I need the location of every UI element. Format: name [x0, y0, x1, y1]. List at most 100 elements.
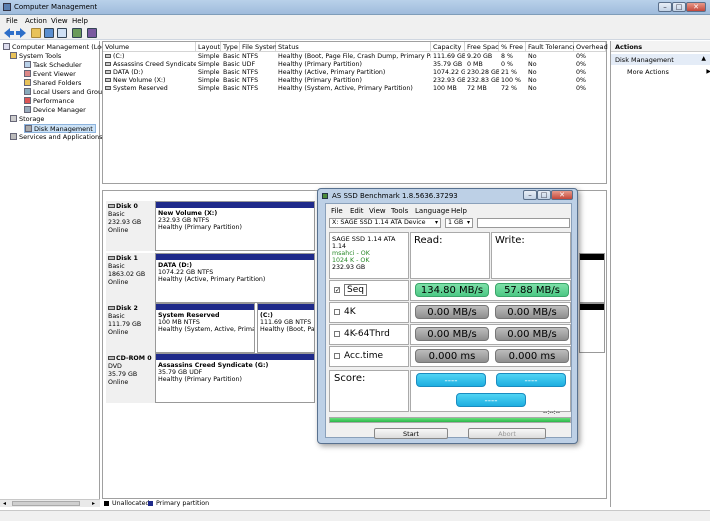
column-header-5[interactable]: Capacity	[431, 42, 465, 52]
maximize-button[interactable]: □	[672, 2, 686, 12]
table-cell-wrap: No	[526, 61, 574, 69]
tree-item-shared-folders[interactable]: Shared Folders	[24, 79, 81, 88]
partition-size: 232.93 GB NTFS	[158, 217, 210, 224]
table-cell: NTFS	[242, 53, 259, 60]
size-select[interactable]: 1 GB ▾	[445, 218, 473, 228]
table-row[interactable]: New Volume (X:) Simple Basic NTFS Healthy (P…	[103, 77, 606, 85]
device-info-field	[477, 218, 570, 228]
performance-icon	[24, 97, 31, 104]
result-write: 0.00 MB/s	[495, 327, 569, 341]
partition-name: DATA (D:)	[158, 262, 192, 269]
tree-item-local-users[interactable]: Local Users and Groups	[24, 88, 110, 97]
partition-block[interactable]	[579, 303, 605, 353]
table-cell: Healthy (Primary Partition)	[278, 77, 362, 84]
menu-action[interactable]: Action	[25, 17, 47, 25]
bench-menu-help[interactable]: Help	[451, 207, 467, 215]
menu-view[interactable]: View	[51, 17, 68, 25]
score-label: Score:	[334, 373, 366, 384]
scroll-thumb[interactable]	[12, 501, 80, 506]
tree-item-storage[interactable]: Storage	[10, 115, 44, 124]
test-checkbox[interactable]	[334, 331, 340, 337]
column-header-3[interactable]: File System	[240, 42, 279, 52]
abort-button[interactable]: Abort	[468, 428, 546, 439]
column-header-8[interactable]: Fault Tolerance	[526, 42, 577, 52]
help-icon[interactable]	[57, 28, 67, 38]
table-row[interactable]: Assassins Creed Syndicate (G:)SimpleBasi…	[103, 61, 606, 69]
disk-label[interactable]: Disk 0 Basic 232.93 GB Online	[106, 201, 156, 251]
partition-block[interactable]: Assassins Creed Syndicate (G:) 35.79 GB U…	[155, 353, 315, 403]
disk-label[interactable]: Disk 1 Basic 1863.02 GB Online	[106, 253, 156, 303]
tree-item-services[interactable]: Services and Applications	[10, 133, 102, 142]
bench-minimize-button[interactable]: –	[523, 190, 537, 200]
table-cell-wrap: (C:)	[103, 53, 196, 61]
tree-horizontal-scrollbar[interactable]: ◂ ▸	[0, 499, 100, 507]
bench-menu-view[interactable]: View	[369, 207, 386, 215]
scroll-left-icon[interactable]: ◂	[3, 500, 6, 507]
benchmark-title: AS SSD Benchmark 1.8.5636.37293	[332, 192, 458, 200]
menu-file[interactable]: File	[6, 17, 18, 25]
bench-menu-tools[interactable]: Tools	[391, 207, 408, 215]
table-row[interactable]: System Reserved Simple Basic NTFS Healthy (S…	[103, 85, 606, 93]
tree-item-task-scheduler[interactable]: Task Scheduler	[24, 61, 82, 70]
test-checkbox[interactable]	[334, 309, 340, 315]
bench-menu-file[interactable]: File	[331, 207, 343, 215]
test-checkbox[interactable]	[334, 353, 340, 359]
column-header-4[interactable]: Status	[276, 42, 431, 52]
disk-name-line: Disk 0	[108, 203, 153, 211]
bench-menu-language[interactable]: Language	[415, 207, 450, 215]
partition-block[interactable]: New Volume (X:) 232.93 GB NTFS Healthy (Pr…	[155, 201, 315, 251]
properties-icon[interactable]	[44, 28, 54, 38]
partition-block[interactable]: (C:)111.69 GB NTFSHealthy (Boot, Page Fi	[257, 303, 315, 353]
table-cell-wrap: No	[526, 69, 574, 77]
disk-name-line: CD-ROM 0	[108, 355, 153, 363]
column-header-0[interactable]: Volume	[103, 42, 196, 52]
tree-item-root[interactable]: Computer Management (Local	[3, 43, 111, 52]
back-icon[interactable]	[4, 28, 14, 38]
column-header-1[interactable]: Layout	[196, 42, 221, 52]
test-checkbox[interactable]: ✓	[334, 287, 340, 294]
table-row[interactable]: DATA (D:) Simple Basic NTFS Healthy (Active,…	[103, 69, 606, 77]
folder-icon[interactable]	[31, 28, 41, 38]
tree-item-event-viewer[interactable]: Event Viewer	[24, 70, 76, 79]
bench-close-button[interactable]: ✕	[551, 190, 573, 200]
partition-block[interactable]	[579, 253, 605, 303]
menu-help[interactable]: Help	[72, 17, 88, 25]
forward-icon[interactable]	[16, 28, 26, 38]
scroll-right-icon[interactable]: ▸	[92, 500, 95, 507]
column-header-7[interactable]: % Free	[499, 42, 526, 52]
bench-menu-edit[interactable]: Edit	[350, 207, 364, 215]
close-button[interactable]: ✕	[686, 2, 706, 12]
column-header-6[interactable]: Free Space	[465, 42, 503, 52]
start-button[interactable]: Start	[374, 428, 448, 439]
score-total: ----	[456, 393, 526, 407]
minimize-button[interactable]: –	[658, 2, 672, 12]
more-actions-link[interactable]: More Actions ▶	[627, 68, 710, 76]
table-cell-wrap: 72 %	[499, 85, 526, 93]
table-cell-wrap: Healthy (Active, Primary Partition)	[276, 69, 431, 77]
table-row[interactable]: (C:) Simple Basic NTFS Healthy (Boot, Page F…	[103, 53, 606, 61]
disk-drive-icon	[108, 306, 115, 310]
device-select[interactable]: X: SAGE SSD 1.14 ATA Device ▾	[329, 218, 441, 228]
disk-label[interactable]: Disk 2 Basic 111.79 GB Online	[106, 303, 156, 353]
table-cell-wrap: 0 MB	[465, 61, 499, 69]
table-cell: UDF	[242, 61, 256, 68]
bench-maximize-button[interactable]: □	[537, 190, 551, 200]
tree-item-performance[interactable]: Performance	[24, 97, 74, 106]
column-header-2[interactable]: Type	[221, 42, 240, 52]
table-cell: 8 %	[501, 53, 513, 60]
tree-item-device-manager[interactable]: Device Manager	[24, 106, 86, 115]
actions-section-disk-management[interactable]: Disk Management ▲	[611, 54, 710, 65]
disk-label[interactable]: CD-ROM 0 DVD 35.79 GB Online	[106, 353, 156, 403]
column-header-9[interactable]: Overhead	[574, 42, 608, 52]
collapse-icon[interactable]: ▲	[701, 55, 706, 62]
tree-item-system-tools[interactable]: System Tools	[10, 52, 61, 61]
partition-block[interactable]: DATA (D:) 1074.22 GB NTFS Healthy (Active,…	[155, 253, 315, 303]
partition-size: 111.69 GB NTFS	[260, 319, 312, 326]
table-cell-wrap: 1074.22 GB	[431, 69, 465, 77]
settings-icon[interactable]	[87, 28, 97, 38]
window-icon[interactable]	[72, 28, 82, 38]
tree-item-disk-management[interactable]: Disk Management	[24, 124, 96, 133]
test-label: 4K	[344, 307, 356, 317]
partition-block[interactable]: System Reserved 100 MB NTFS Healthy (Syste…	[155, 303, 255, 353]
table-cell-wrap: 0%	[574, 61, 606, 69]
